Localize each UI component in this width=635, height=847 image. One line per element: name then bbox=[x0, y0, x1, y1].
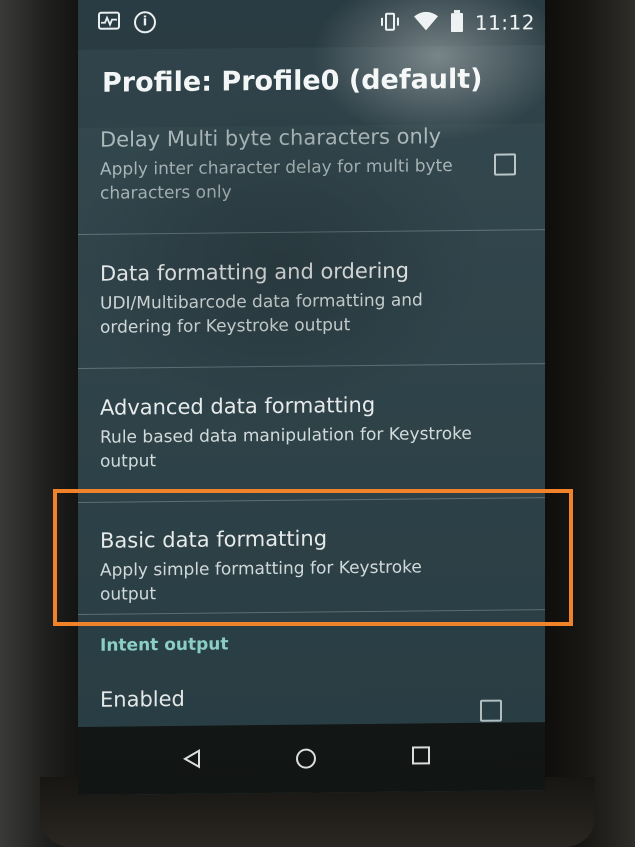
device-bezel-right bbox=[545, 0, 635, 847]
divider bbox=[78, 229, 545, 235]
device-screen: i 11:12 Profile: Profile0 (default) Dela… bbox=[78, 0, 545, 795]
pref-basic-data-formatting[interactable]: Basic data formatting Apply simple forma… bbox=[78, 524, 545, 607]
device-bezel-left bbox=[0, 0, 78, 847]
pref-summary: Apply simple formatting for Keystroke ou… bbox=[100, 557, 422, 605]
navigation-bar bbox=[78, 722, 545, 795]
pref-delay-multibyte[interactable]: Delay Multi byte characters only Apply i… bbox=[78, 123, 545, 206]
delay-multibyte-checkbox[interactable] bbox=[494, 153, 516, 176]
divider bbox=[78, 363, 545, 369]
pref-summary: Apply inter character delay for multi by… bbox=[100, 156, 453, 204]
pref-title: Advanced data formatting bbox=[100, 392, 376, 420]
divider bbox=[78, 497, 545, 503]
recents-icon[interactable] bbox=[411, 745, 431, 769]
pref-title: Enabled bbox=[100, 686, 185, 712]
wifi-icon bbox=[413, 11, 439, 35]
pref-summary: UDI/Multibarcode data formatting and ord… bbox=[100, 290, 423, 338]
back-icon[interactable] bbox=[181, 748, 203, 774]
info-icon: i bbox=[134, 11, 156, 34]
pulse-monitor-icon bbox=[98, 11, 120, 30]
app-bar: Profile: Profile0 (default) bbox=[78, 45, 545, 129]
page-title: Profile: Profile0 (default) bbox=[102, 63, 483, 99]
home-icon[interactable] bbox=[294, 746, 318, 774]
divider bbox=[78, 609, 545, 615]
pref-title: Basic data formatting bbox=[100, 526, 328, 553]
vibrate-icon bbox=[379, 11, 401, 37]
device-body: i 11:12 Profile: Profile0 (default) Dela… bbox=[0, 0, 635, 847]
battery-icon bbox=[450, 10, 463, 36]
intent-enabled-checkbox[interactable] bbox=[480, 699, 502, 722]
clock: 11:12 bbox=[474, 10, 535, 35]
pref-summary: Rule based data manipulation for Keystro… bbox=[100, 423, 472, 472]
status-bar: i 11:12 bbox=[78, 0, 545, 50]
pref-intent-enabled[interactable]: Enabled bbox=[78, 683, 545, 722]
pref-title: Delay Multi byte characters only bbox=[100, 124, 442, 152]
pref-data-formatting-ordering[interactable]: Data formatting and ordering UDI/Multiba… bbox=[78, 257, 545, 340]
pref-title: Data formatting and ordering bbox=[100, 258, 409, 286]
category-intent-output: Intent output bbox=[100, 634, 229, 656]
pref-advanced-data-formatting[interactable]: Advanced data formatting Rule based data… bbox=[78, 391, 545, 474]
